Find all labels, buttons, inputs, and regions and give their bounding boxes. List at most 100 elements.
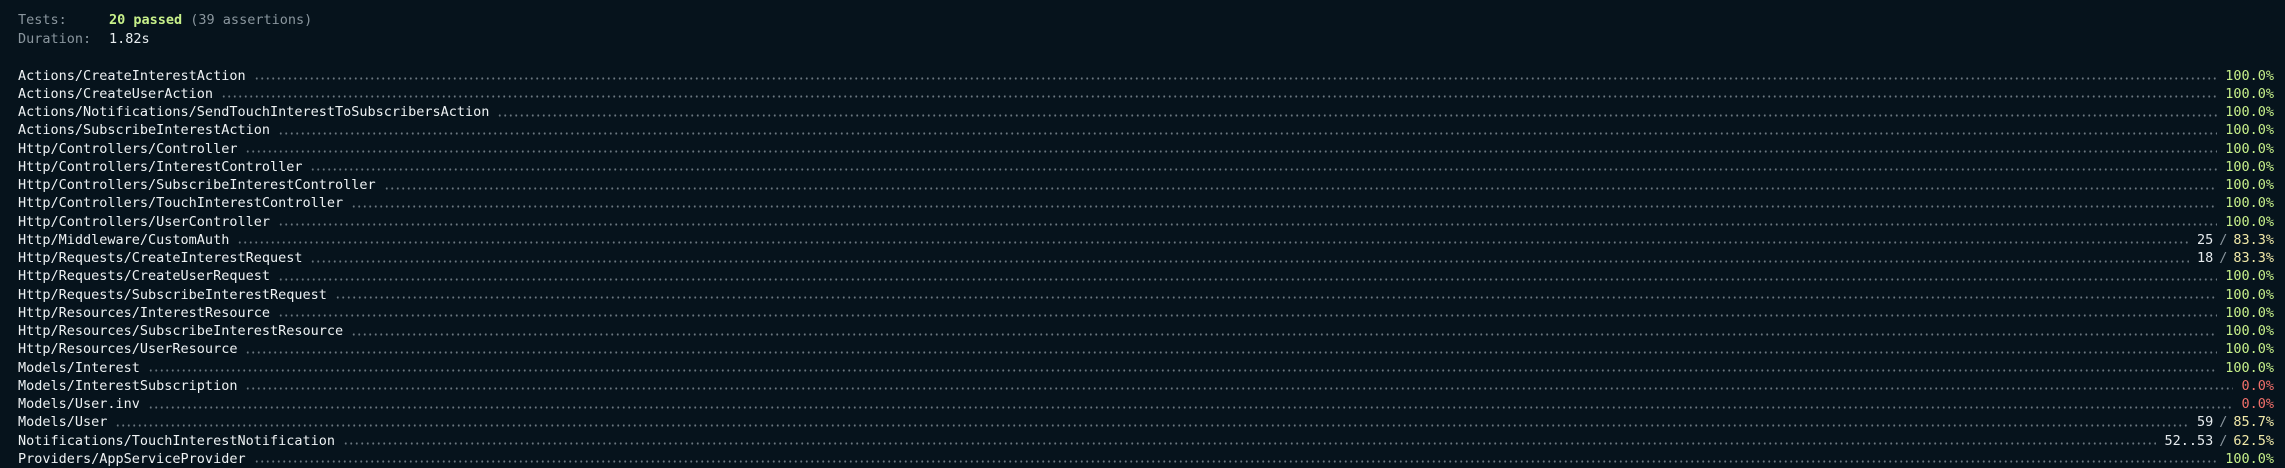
separator: / — [2213, 249, 2233, 267]
coverage-percent: 100.0% — [2225, 286, 2274, 304]
dot-leader — [148, 369, 2217, 372]
coverage-file-name: Models/Interest — [18, 359, 140, 377]
coverage-percent: 100.0% — [2225, 67, 2274, 85]
dot-leader — [384, 187, 2218, 190]
coverage-percent: 85.7% — [2233, 413, 2274, 431]
coverage-percent: 100.0% — [2225, 340, 2274, 358]
coverage-percent: 83.3% — [2233, 249, 2274, 267]
coverage-percent: 100.0% — [2225, 267, 2274, 285]
coverage-row: Actions/Notifications/SendTouchInterestT… — [18, 103, 2274, 121]
dot-leader — [343, 442, 2156, 445]
duration-value: 1.82s — [109, 31, 150, 47]
coverage-file-name: Models/User — [18, 413, 107, 431]
uncovered-lines: 59 — [2197, 413, 2213, 431]
coverage-percent: 100.0% — [2225, 322, 2274, 340]
coverage-percent: 0.0% — [2241, 377, 2274, 395]
coverage-file-name: Http/Resources/SubscribeInterestResource — [18, 322, 343, 340]
separator: / — [2213, 432, 2233, 450]
coverage-row: Notifications/TouchInterestNotification 5… — [18, 432, 2274, 450]
coverage-file-name: Actions/SubscribeInterestAction — [18, 121, 270, 139]
coverage-percent: 100.0% — [2225, 359, 2274, 377]
coverage-percent: 100.0% — [2225, 194, 2274, 212]
dot-leader — [254, 77, 2218, 80]
coverage-row: Http/Controllers/UserController 100.0% — [18, 213, 2274, 231]
coverage-percent: 100.0% — [2225, 140, 2274, 158]
coverage-row: Providers/AppServiceProvider 100.0% — [18, 450, 2274, 468]
dot-leader — [351, 205, 2217, 208]
coverage-file-name: Http/Controllers/Controller — [18, 140, 237, 158]
coverage-percent: 100.0% — [2225, 304, 2274, 322]
coverage-row: Http/Requests/SubscribeInterestRequest 10… — [18, 286, 2274, 304]
dot-leader — [237, 241, 2189, 244]
separator: / — [2213, 413, 2233, 431]
coverage-report: Actions/CreateInterestAction100.0%Action… — [18, 67, 2274, 468]
coverage-file-name: Http/Requests/SubscribeInterestRequest — [18, 286, 327, 304]
coverage-percent: 100.0% — [2225, 450, 2274, 468]
coverage-row: Http/Controllers/TouchInterestController… — [18, 194, 2274, 212]
coverage-file-name: Notifications/TouchInterestNotification — [18, 432, 335, 450]
coverage-percent: 62.5% — [2233, 432, 2274, 450]
tests-assertions: (39 assertions) — [190, 12, 312, 28]
coverage-file-name: Models/User.inv — [18, 395, 140, 413]
dot-leader — [245, 150, 2217, 153]
coverage-file-name: Http/Middleware/CustomAuth — [18, 231, 229, 249]
coverage-file-name: Providers/AppServiceProvider — [18, 450, 246, 468]
dot-leader — [351, 333, 2217, 336]
tests-passed-count: 20 passed — [109, 12, 182, 28]
coverage-row: Http/Requests/CreateUserRequest 100.0% — [18, 267, 2274, 285]
coverage-row: Http/Resources/InterestResource 100.0% — [18, 304, 2274, 322]
coverage-file-name: Actions/Notifications/SendTouchInterestT… — [18, 103, 489, 121]
terminal-output: Tests:20 passed (39 assertions) Duration… — [0, 0, 2285, 464]
dot-leader — [115, 424, 2189, 427]
coverage-percent: 100.0% — [2225, 213, 2274, 231]
coverage-file-name: Http/Controllers/TouchInterestController — [18, 194, 343, 212]
coverage-row: Models/User.inv 0.0% — [18, 395, 2274, 413]
coverage-row: Http/Middleware/CustomAuth 25/83.3% — [18, 231, 2274, 249]
coverage-file-name: Http/Controllers/InterestController — [18, 158, 302, 176]
uncovered-lines: 52..53 — [2164, 432, 2213, 450]
tests-summary: Tests:20 passed (39 assertions) — [18, 11, 2285, 30]
dot-leader — [245, 387, 2233, 390]
dot-leader — [310, 168, 2217, 171]
coverage-percent: 83.3% — [2233, 231, 2274, 249]
dot-leader — [278, 314, 2217, 317]
coverage-row: Http/Resources/SubscribeInterestResource… — [18, 322, 2274, 340]
dot-leader — [148, 406, 2234, 409]
coverage-file-name: Http/Resources/InterestResource — [18, 304, 270, 322]
coverage-percent: 100.0% — [2225, 85, 2274, 103]
coverage-row: Actions/CreateUserAction 100.0% — [18, 85, 2274, 103]
coverage-file-name: Http/Requests/CreateInterestRequest — [18, 249, 302, 267]
coverage-row: Actions/SubscribeInterestAction 100.0% — [18, 121, 2274, 139]
coverage-row: Models/Interest 100.0% — [18, 359, 2274, 377]
duration-summary: Duration:1.82s — [18, 30, 2285, 49]
dot-leader — [221, 95, 2217, 98]
dot-leader — [497, 114, 2217, 117]
coverage-row: Models/InterestSubscription 0.0% — [18, 377, 2274, 395]
dot-leader — [310, 260, 2188, 263]
uncovered-lines: 25 — [2197, 231, 2213, 249]
coverage-row: Http/Requests/CreateInterestRequest 18/83… — [18, 249, 2274, 267]
coverage-percent: 0.0% — [2241, 395, 2274, 413]
uncovered-lines: 18 — [2197, 249, 2213, 267]
coverage-file-name: Models/InterestSubscription — [18, 377, 237, 395]
coverage-percent: 100.0% — [2225, 121, 2274, 139]
separator: / — [2213, 231, 2233, 249]
dot-leader — [335, 296, 2217, 299]
coverage-file-name: Actions/CreateUserAction — [18, 85, 213, 103]
coverage-file-name: Http/Resources/UserResource — [18, 340, 237, 358]
coverage-row: Http/Controllers/Controller 100.0% — [18, 140, 2274, 158]
coverage-percent: 100.0% — [2225, 158, 2274, 176]
coverage-file-name: Http/Controllers/UserController — [18, 213, 270, 231]
dot-leader — [278, 223, 2217, 226]
coverage-row: Actions/CreateInterestAction 100.0% — [18, 67, 2274, 85]
coverage-row: Http/Controllers/InterestController 100.0… — [18, 158, 2274, 176]
duration-label: Duration: — [18, 30, 109, 49]
coverage-row: Models/User 59/85.7% — [18, 413, 2274, 431]
coverage-row: Http/Resources/UserResource 100.0% — [18, 340, 2274, 358]
dot-leader — [245, 351, 2217, 354]
coverage-file-name: Http/Requests/CreateUserRequest — [18, 267, 270, 285]
coverage-file-name: Actions/CreateInterestAction — [18, 67, 246, 85]
coverage-percent: 100.0% — [2225, 176, 2274, 194]
coverage-file-name: Http/Controllers/SubscribeInterestContro… — [18, 176, 376, 194]
dot-leader — [254, 460, 2218, 463]
